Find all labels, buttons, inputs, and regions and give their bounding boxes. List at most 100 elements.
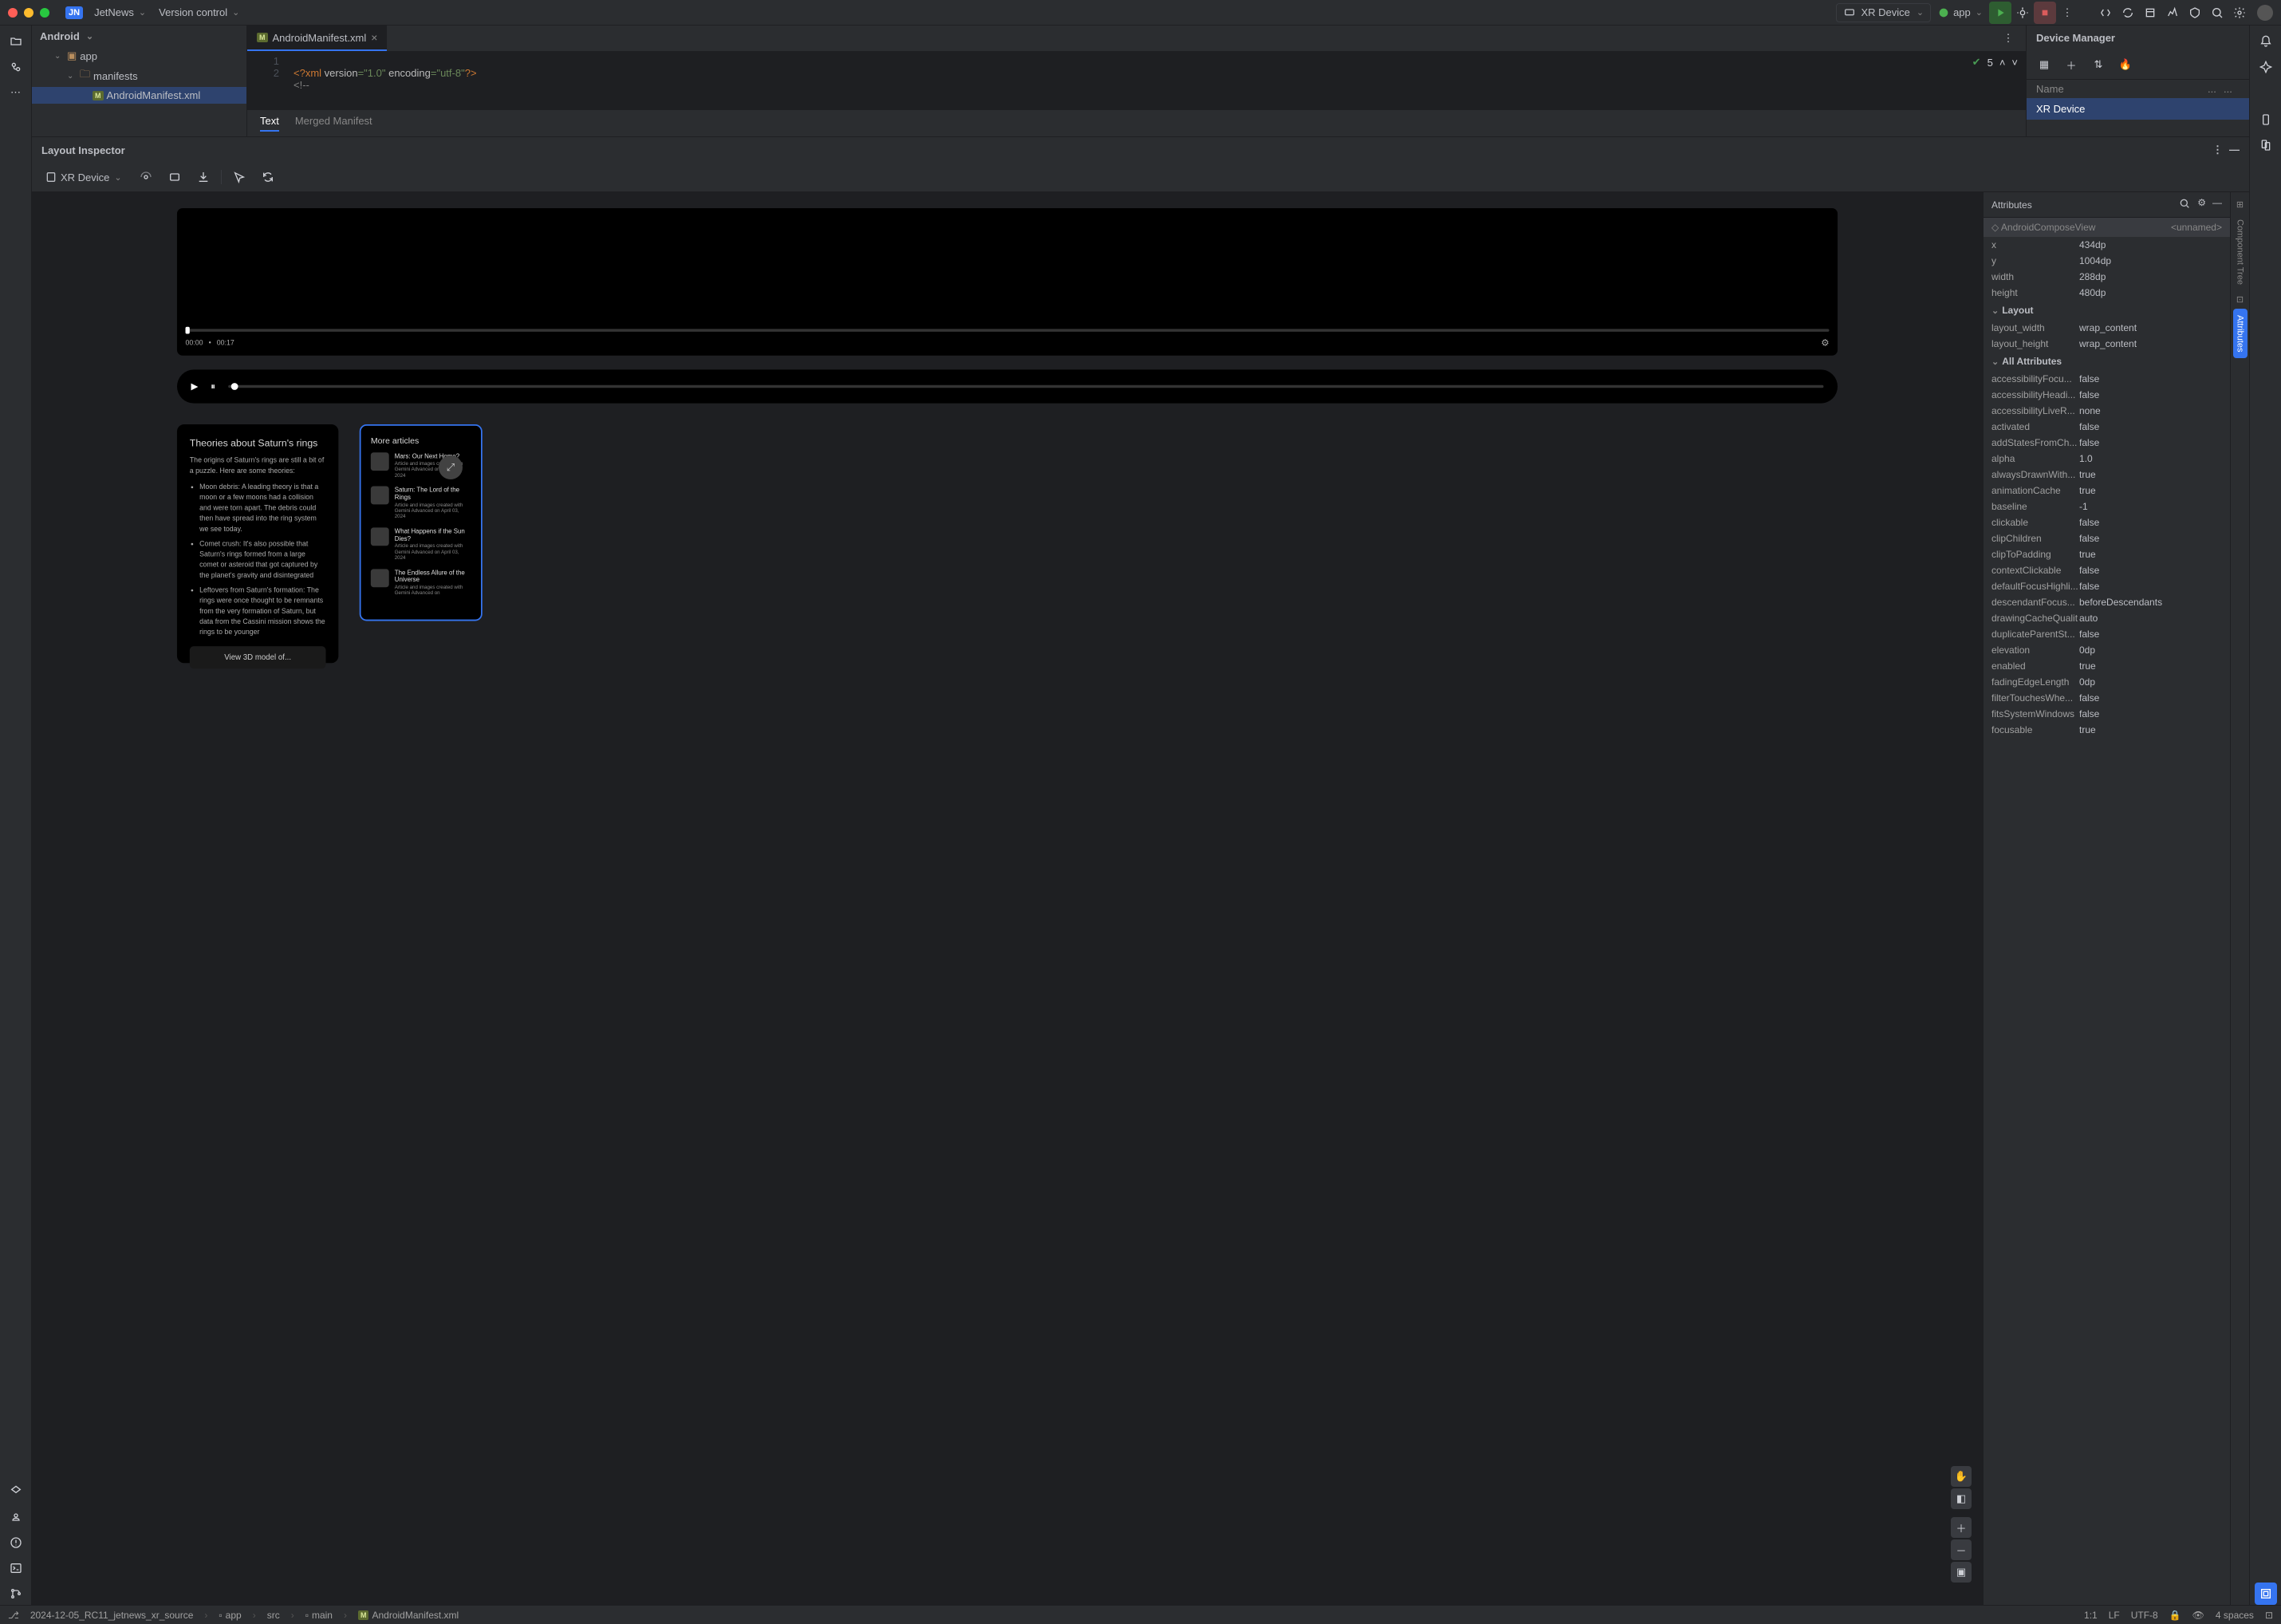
attr-row[interactable]: accessibilityHeadi...false [1984, 387, 2230, 403]
editor-tab[interactable]: M AndroidManifest.xml × [247, 26, 387, 51]
pan-icon[interactable]: ✋ [1951, 1466, 1972, 1487]
close-tab-icon[interactable]: × [371, 31, 377, 44]
build-icon[interactable] [2139, 2, 2161, 24]
attr-row[interactable]: defaultFocusHighli...false [1984, 578, 2230, 594]
project-view-mode[interactable]: Android [32, 26, 246, 47]
snapshot-icon[interactable] [163, 166, 186, 188]
attr-row[interactable]: focusabletrue [1984, 722, 2230, 738]
attr-row[interactable]: activatedfalse [1984, 419, 2230, 435]
chevron-down-icon[interactable]: ˅ [2011, 57, 2018, 69]
video-player[interactable]: 00:00 • 00:17 ⚙ [177, 208, 1838, 356]
attr-row[interactable]: layout_heightwrap_content [1984, 336, 2230, 352]
attr-row[interactable]: elevation0dp [1984, 642, 2230, 658]
attr-row[interactable]: enabledtrue [1984, 658, 2230, 674]
attributes-icon[interactable]: ⊡ [2233, 293, 2248, 307]
debug-button[interactable] [2011, 2, 2034, 24]
more-actions[interactable]: ⋮ [2056, 2, 2078, 24]
dm-grid-icon[interactable]: ▦ [2033, 53, 2055, 76]
attr-row[interactable]: descendantFocus...beforeDescendants [1984, 594, 2230, 610]
tab-more-icon[interactable]: ⋮ [1997, 27, 2019, 49]
attr-row[interactable]: accessibilityLiveR...none [1984, 403, 2230, 419]
attr-row[interactable]: baseline-1 [1984, 499, 2230, 514]
running-devices-icon[interactable] [2255, 134, 2277, 156]
bookmarks-icon[interactable] [5, 1506, 27, 1528]
audio-seek-track[interactable] [228, 385, 1824, 388]
device-manager-icon[interactable] [2255, 108, 2277, 131]
card-theories[interactable]: Theories about Saturn's rings The origin… [177, 424, 338, 663]
attr-row[interactable]: y1004dp [1984, 253, 2230, 269]
component-tree-tab[interactable]: Component Tree [2233, 213, 2248, 291]
attr-row[interactable]: x434dp [1984, 237, 2230, 253]
gear-icon[interactable]: ⚙ [2197, 197, 2206, 212]
search-icon[interactable] [2206, 2, 2228, 24]
gemini-icon[interactable] [2255, 56, 2277, 78]
inspector-canvas[interactable]: 00:00 • 00:17 ⚙ ▶ ⏸ [32, 192, 1983, 1605]
section-layout[interactable]: Layout [1984, 301, 2230, 320]
attr-row[interactable]: fadingEdgeLength0dp [1984, 674, 2230, 690]
run-button[interactable] [1989, 2, 2011, 24]
attr-row[interactable]: width288dp [1984, 269, 2230, 285]
video-seek-track[interactable] [186, 329, 1830, 332]
readonly-icon[interactable]: 🔒 [2169, 1610, 2181, 1621]
col-name[interactable]: Name [2036, 83, 2208, 95]
expand-icon[interactable]: ⤢ [439, 455, 463, 479]
analysis-count[interactable]: 5 [1988, 57, 1993, 69]
terminal-icon[interactable] [5, 1557, 27, 1579]
dm-wifi-icon[interactable]: ⇅ [2087, 53, 2110, 76]
attr-row[interactable]: alwaysDrawnWith...true [1984, 467, 2230, 483]
memory-icon[interactable]: ⊡ [2265, 1610, 2273, 1621]
attr-row[interactable]: clipChildrenfalse [1984, 530, 2230, 546]
minimize-window[interactable] [24, 8, 33, 18]
check-icon[interactable]: ✔ [1972, 56, 1981, 69]
indent-config[interactable]: 4 spaces [2216, 1610, 2254, 1621]
stop-button[interactable] [2034, 2, 2056, 24]
maximize-window[interactable] [40, 8, 49, 18]
close-window[interactable] [8, 8, 18, 18]
search-icon[interactable] [2178, 197, 2191, 212]
account-avatar[interactable] [2257, 5, 2273, 21]
editor-mode-merged[interactable]: Merged Manifest [295, 115, 372, 132]
attr-row[interactable]: contextClickablefalse [1984, 562, 2230, 578]
code-with-me-icon[interactable] [2094, 2, 2117, 24]
code-editor[interactable]: 1 2 <?xml version="1.0" encoding="utf-8"… [247, 52, 2026, 109]
zoom-out-icon[interactable]: － [1951, 1539, 1972, 1560]
attr-row[interactable]: fitsSystemWindowsfalse [1984, 706, 2230, 722]
attr-row[interactable]: drawingCacheQualitauto [1984, 610, 2230, 626]
refresh-icon[interactable] [257, 166, 279, 188]
chevron-up-icon[interactable]: ˄ [1999, 57, 2006, 69]
vcs-tool-icon[interactable] [5, 1583, 27, 1605]
gear-icon[interactable]: ⚙ [1821, 337, 1829, 349]
inspector-device-selector[interactable]: XR Device [38, 168, 128, 187]
file-encoding[interactable]: UTF-8 [2131, 1610, 2158, 1621]
sync-icon[interactable] [2117, 2, 2139, 24]
attributes-tab[interactable]: Attributes [2233, 309, 2248, 358]
article-item[interactable]: What Happens if the Sun Dies? Article an… [371, 527, 471, 562]
problems-icon[interactable] [5, 1531, 27, 1554]
app-quality-icon[interactable] [2184, 2, 2206, 24]
live-updates-icon[interactable] [135, 166, 157, 188]
attr-row[interactable]: duplicateParentSt...false [1984, 626, 2230, 642]
project-menu[interactable]: JetNews [88, 3, 152, 22]
play-icon[interactable]: ▶ [191, 380, 199, 392]
editor-mode-text[interactable]: Text [260, 115, 279, 132]
attr-row[interactable]: addStatesFromCh...false [1984, 435, 2230, 451]
article-item[interactable]: Saturn: The Lord of the Rings Article an… [371, 486, 471, 520]
fit-icon[interactable]: ▣ [1951, 1562, 1972, 1583]
tree-manifest-file[interactable]: MAndroidManifest.xml [32, 87, 246, 104]
highlight-icon[interactable]: 👁 [2192, 1610, 2204, 1621]
crumb-file[interactable]: M AndroidManifest.xml [358, 1610, 459, 1621]
profiler-icon[interactable] [2161, 2, 2184, 24]
settings-icon[interactable] [2228, 2, 2251, 24]
dm-fire-icon[interactable]: 🔥 [2114, 53, 2137, 76]
card-more-articles[interactable]: More articles Mars: Our Next Home? Artic… [360, 424, 483, 621]
crumb-src[interactable]: src [267, 1610, 280, 1621]
attr-row[interactable]: alpha1.0 [1984, 451, 2230, 467]
zoom-in-icon[interactable]: ＋ [1951, 1517, 1972, 1538]
col-3[interactable]: ... [2224, 83, 2240, 95]
resource-manager-icon[interactable] [5, 1480, 27, 1503]
project-tool-icon[interactable] [5, 30, 27, 53]
tree-icon[interactable]: ⊞ [2233, 197, 2248, 211]
dm-add-icon[interactable]: ＋ [2060, 53, 2082, 76]
selection-icon[interactable] [228, 166, 250, 188]
notifications-icon[interactable] [2255, 30, 2277, 53]
